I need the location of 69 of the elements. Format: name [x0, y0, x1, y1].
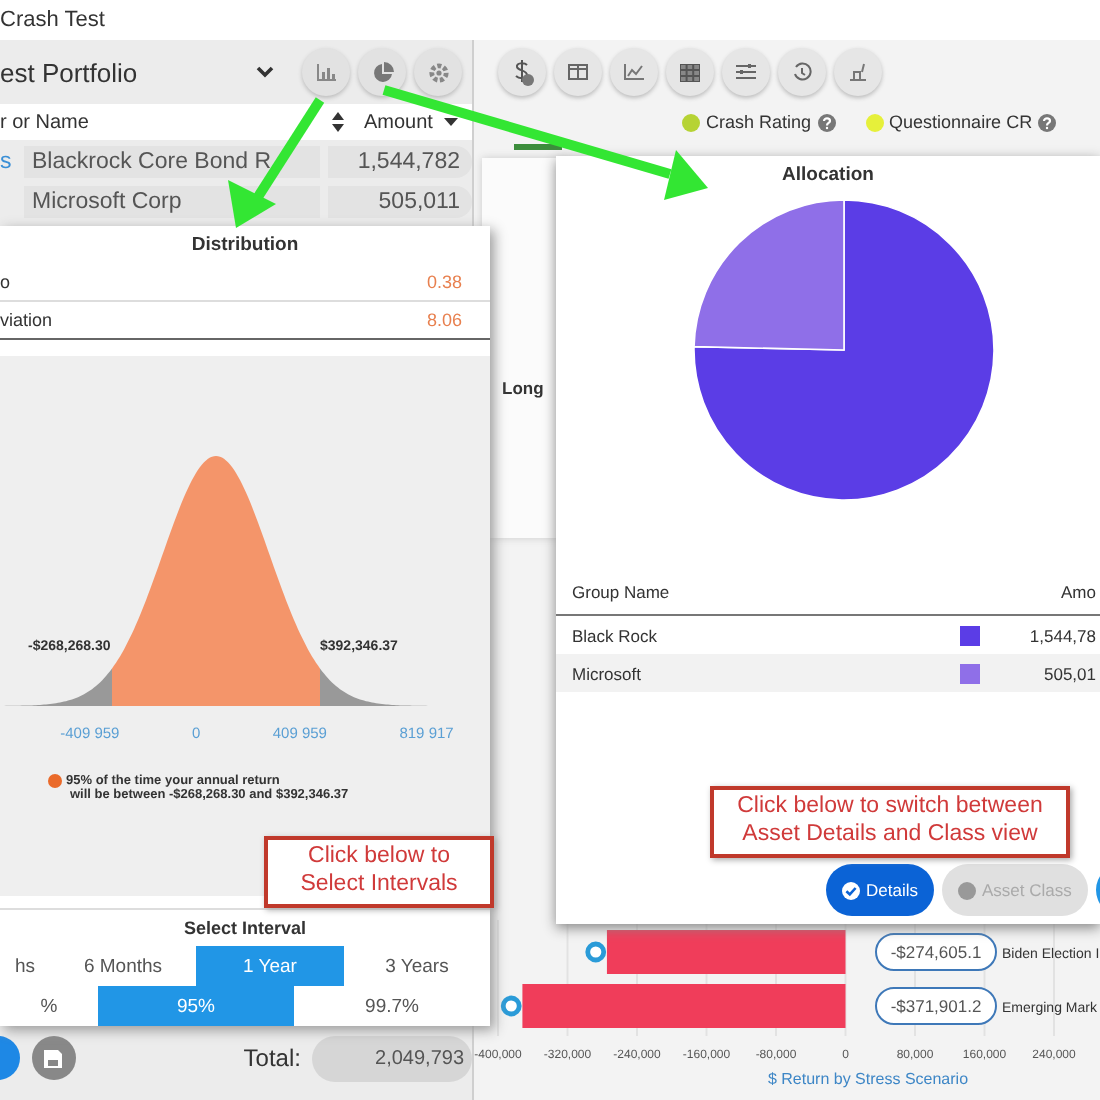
column-header: Group Name [572, 582, 670, 602]
legend-dot [48, 774, 62, 788]
history-icon [792, 62, 812, 82]
scale-button[interactable] [834, 48, 882, 96]
history-button[interactable] [778, 48, 826, 96]
circle-icon [957, 881, 976, 899]
check-icon [842, 881, 860, 899]
callout-text: Click below to Select Intervals [264, 836, 494, 908]
pie-chart-button[interactable] [358, 48, 406, 96]
rating-bar [514, 144, 562, 150]
dollar-icon [510, 58, 534, 86]
amount-cell-text: 505,01 [1044, 663, 1098, 683]
panel-button[interactable] [554, 48, 602, 96]
layout-icon [568, 64, 588, 80]
settings-button[interactable] [414, 48, 462, 96]
amount-cell-text: 1,544,78 [1029, 625, 1098, 645]
callout-text: Click below to switch between Asset Details and Class view [710, 786, 1070, 858]
grid-button[interactable] [666, 48, 714, 96]
value-pill: -$274,605.1 [875, 933, 997, 971]
view-toggle-button[interactable]: Details [826, 864, 934, 916]
group-name-cell-text: Microsoft [572, 663, 643, 683]
grid-icon [680, 63, 700, 81]
line-chart-button[interactable] [610, 48, 658, 96]
pie-chart-icon [371, 61, 393, 83]
save-icon [44, 1049, 63, 1067]
settings-icon [427, 61, 449, 83]
sliders-button[interactable] [722, 48, 770, 96]
value-pill: -$371,901.2 [875, 987, 997, 1025]
drag-handle[interactable] [585, 941, 607, 963]
column-header: Amo [1061, 582, 1096, 602]
panel-label: Long [502, 378, 544, 398]
group-name-cell-text: Black Rock [572, 625, 660, 645]
column-header[interactable]: Amount [364, 111, 433, 133]
caret-icon[interactable] [444, 118, 459, 126]
amount-cell: 505,011 [328, 186, 472, 218]
holding-name-cell: Blackrock Core Bond R [24, 146, 320, 178]
sliders-icon [736, 64, 756, 80]
ticker-cell-text: s [0, 150, 14, 174]
window-title: Crash Test [0, 8, 105, 32]
amount-cell: 1,544,782 [328, 146, 472, 178]
data-label: -$274,605.1 [890, 942, 982, 962]
confidence-tab[interactable]: % [0, 986, 98, 1026]
scale-icon [848, 62, 868, 82]
column-header[interactable]: r or Name [0, 111, 320, 133]
drag-handle[interactable] [500, 995, 522, 1017]
popup-title: Distribution [189, 232, 301, 260]
data-label: -$371,901.2 [890, 996, 982, 1016]
confidence-tab[interactable]: 99.7% [294, 986, 490, 1026]
portfolio-select[interactable]: est Portfolio [0, 57, 256, 87]
save-button[interactable] [31, 1036, 76, 1080]
stat-value: 0.38 [426, 272, 462, 292]
line-chart-icon [624, 64, 644, 80]
section-title: Select Interval [181, 916, 309, 942]
dollar-button[interactable] [498, 48, 546, 96]
help-icon[interactable] [1038, 113, 1057, 131]
bar-chart-icon [316, 63, 336, 81]
help-icon[interactable] [817, 113, 836, 131]
stat-label: o [0, 272, 11, 292]
total-value: 2,049,793 [312, 1035, 473, 1081]
chevron-icon [256, 66, 274, 78]
total-label: Total: [243, 1044, 301, 1072]
sort-icon[interactable] [332, 112, 344, 132]
legend-label: Crash Rating [706, 112, 812, 132]
legend-label: Questionnaire CR [889, 112, 1033, 132]
popup-title: Allocation [780, 162, 876, 190]
axis-title: $ Return by Stress Scenario [767, 1070, 969, 1088]
stat-value: 8.06 [426, 310, 462, 330]
chart-button[interactable] [302, 48, 350, 96]
stat-label: viation [0, 310, 53, 330]
